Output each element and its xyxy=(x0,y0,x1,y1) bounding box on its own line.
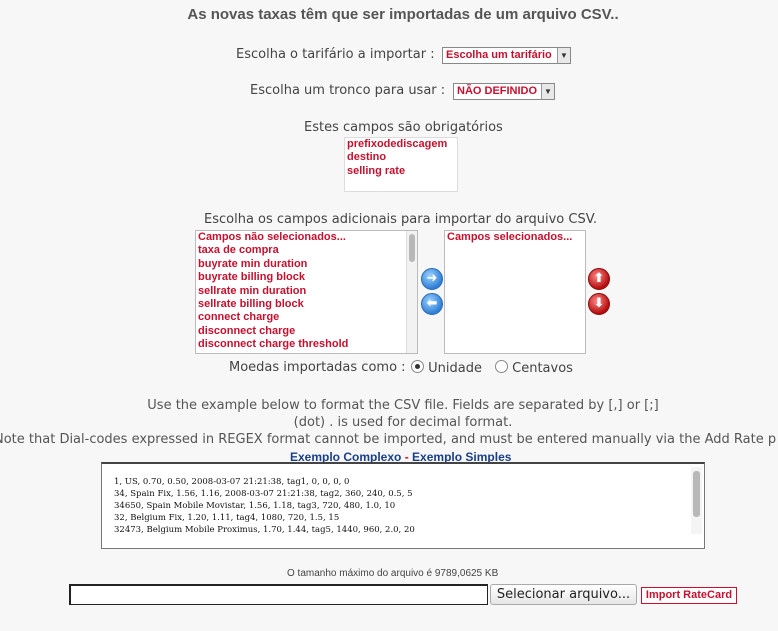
trunk-select-value: NÃO DEFINIDO xyxy=(457,85,538,97)
arrow-left-icon[interactable]: ⬅ xyxy=(421,293,443,315)
arrow-right-icon[interactable]: ➜ xyxy=(421,268,443,290)
list-item[interactable]: connect charge xyxy=(196,311,417,324)
available-fields-scrollbar[interactable] xyxy=(406,231,417,353)
list-item: selling rate xyxy=(347,164,406,177)
max-file-size: O tamanho máximo do arquivo é 9789,0625 … xyxy=(287,568,499,579)
chevron-down-icon: ▼ xyxy=(557,48,570,63)
radio-unit-label: Unidade xyxy=(428,361,482,376)
list-item: destino xyxy=(347,151,387,164)
chevron-down-icon: ▼ xyxy=(541,84,554,99)
decimal-info: (dot) . is used for decimal format. xyxy=(293,415,513,430)
csv-example-text: 1, US, 0.70, 0.50, 2008-03-07 21:21:38, … xyxy=(114,476,415,536)
example-line: 32473, Belgium Mobile Proximus, 1.70, 1.… xyxy=(114,525,415,535)
list-item: prefixodediscagem xyxy=(347,138,448,150)
additional-fields-label: Escolha os campos adicionais para import… xyxy=(204,212,598,227)
arrow-down-icon[interactable]: ⬇ xyxy=(588,293,610,315)
list-item[interactable]: Campos selecionados... xyxy=(445,231,585,244)
required-fields-label: Estes campos são obrigatórios xyxy=(304,120,503,135)
selected-fields-list[interactable]: Campos selecionados... xyxy=(444,230,586,354)
file-path-input[interactable] xyxy=(69,584,488,605)
csv-example-textarea[interactable]: 1, US, 0.70, 0.50, 2008-03-07 21:21:38, … xyxy=(101,462,705,549)
list-item[interactable]: disconnect charge threshold xyxy=(196,338,417,351)
example-line: 32, Belgium Fix, 1.20, 1.11, tag4, 1080,… xyxy=(114,513,340,523)
example-line: 1, US, 0.70, 0.50, 2008-03-07 21:21:38, … xyxy=(114,477,350,487)
list-item[interactable]: taxa de compra xyxy=(196,244,417,257)
example-line: 34650, Spain Mobile Movistar, 1.56, 1.18… xyxy=(114,501,396,511)
trunk-label: Escolha um tronco para usar : xyxy=(250,83,446,98)
radio-cents[interactable] xyxy=(495,360,508,373)
example-scrollbar[interactable] xyxy=(691,467,702,534)
import-ratecard-button[interactable]: Import RateCard xyxy=(641,587,737,604)
currency-option-cents[interactable]: Centavos xyxy=(495,360,573,376)
tariff-select-value: Escolha um tarifário xyxy=(446,49,552,61)
required-fields-list: prefixodediscagem destino selling rate xyxy=(344,137,458,192)
radio-unit[interactable] xyxy=(411,360,424,373)
list-item[interactable]: buyrate billing block xyxy=(196,271,417,284)
list-item[interactable]: buyrate min duration xyxy=(196,258,417,271)
arrow-up-icon[interactable]: ⬆ xyxy=(588,268,610,290)
tariff-label: Escolha o tarifário a importar : xyxy=(236,47,435,62)
list-item[interactable]: Campos não selecionados... xyxy=(196,231,417,244)
list-item[interactable]: sellrate billing block xyxy=(196,298,417,311)
available-fields-list[interactable]: Campos não selecionados... taxa de compr… xyxy=(195,230,418,354)
page-title: As novas taxas têm que ser importadas de… xyxy=(187,6,619,23)
radio-cents-label: Centavos xyxy=(512,361,573,376)
regex-note: Note that Dial-codes expressed in REGEX … xyxy=(0,432,777,447)
currency-label: Moedas importadas como : xyxy=(229,360,406,375)
list-item[interactable]: sellrate min duration xyxy=(196,285,417,298)
csv-format-info: Use the example below to format the CSV … xyxy=(147,398,659,413)
example-line: 34, Spain Fix, 1.56, 1.16, 2008-03-07 21… xyxy=(114,489,413,499)
trunk-select[interactable]: NÃO DEFINIDO ▼ xyxy=(453,83,555,100)
currency-option-unit[interactable]: Unidade xyxy=(411,360,482,376)
choose-file-button[interactable]: Selecionar arquivo... xyxy=(490,584,637,605)
tariff-select[interactable]: Escolha um tarifário ▼ xyxy=(442,47,571,64)
list-item[interactable]: disconnect charge xyxy=(196,325,417,338)
